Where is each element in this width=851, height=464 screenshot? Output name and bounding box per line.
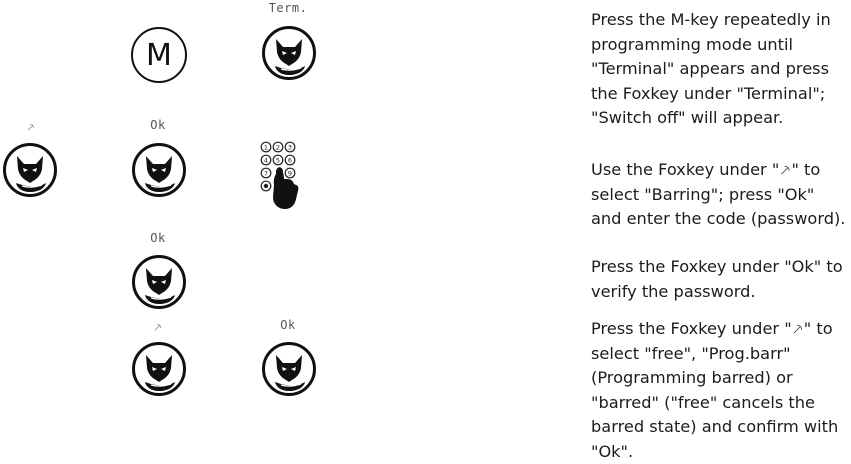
foxkey-icon[interactable]	[261, 341, 317, 397]
svg-text:3: 3	[288, 143, 292, 151]
step-1-text: Press the M-key repeatedly in programmin…	[591, 10, 831, 127]
keypad-hand-icon[interactable]: 123 456 7 9	[260, 141, 320, 216]
ok-label: Ok	[150, 118, 166, 132]
step-3-text: Press the Foxkey under "Ok" to verify th…	[591, 257, 843, 301]
up-arrow-label: ⸕	[153, 320, 163, 334]
svg-text:7: 7	[264, 169, 268, 177]
up-arrow-label: ⸕	[26, 120, 36, 134]
foxkey-icon[interactable]	[261, 25, 317, 81]
foxkey-icon[interactable]	[2, 142, 58, 198]
m-key-icon[interactable]: M	[131, 27, 187, 83]
step-4-text: Press the Foxkey under "⸕" to select "fr…	[591, 319, 839, 461]
step-2-text: Use the Foxkey under "⸕" to select "Barr…	[591, 160, 846, 228]
svg-text:9: 9	[288, 169, 292, 177]
foxkey-icon[interactable]	[131, 341, 187, 397]
ok-label: Ok	[150, 231, 166, 245]
svg-text:1: 1	[264, 143, 268, 151]
foxkey-icon[interactable]	[131, 142, 187, 198]
term-label: Term.	[268, 1, 308, 15]
m-key-label: M	[146, 37, 172, 73]
svg-text:4: 4	[264, 156, 268, 164]
svg-text:5: 5	[276, 156, 280, 164]
foxkey-icon[interactable]	[131, 254, 187, 310]
ok-label: Ok	[280, 318, 296, 332]
svg-text:6: 6	[288, 156, 292, 164]
svg-text:2: 2	[276, 143, 280, 151]
